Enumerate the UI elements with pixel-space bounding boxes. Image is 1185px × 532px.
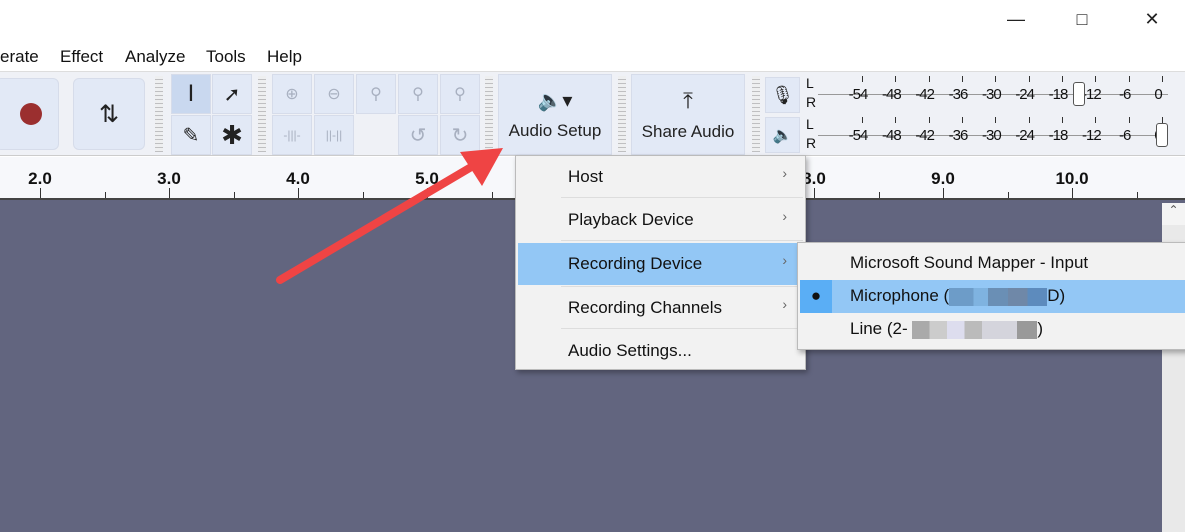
annotation-arrow [276,148,503,284]
